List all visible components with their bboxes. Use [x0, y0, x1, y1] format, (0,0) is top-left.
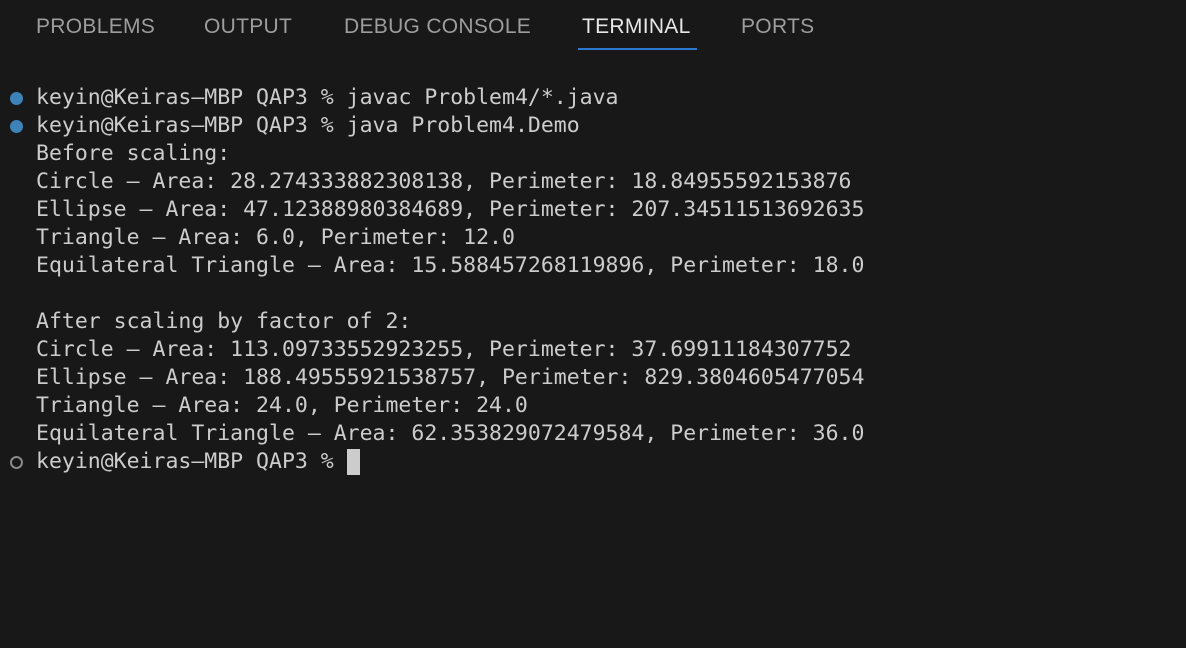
- output-line: Triangle — Area: 6.0, Perimeter: 12.0: [36, 225, 515, 250]
- terminal-panel: PROBLEMS OUTPUT DEBUG CONSOLE TERMINAL P…: [0, 0, 1186, 648]
- command-success-icon[interactable]: [10, 92, 23, 105]
- prompt: keyin@Keiras—MBP QAP3 %: [36, 449, 347, 474]
- command-success-icon[interactable]: [10, 120, 23, 133]
- command-line: keyin@Keiras—MBP QAP3 % java Problem4.De…: [36, 112, 580, 140]
- tab-debug-console[interactable]: DEBUG CONSOLE: [344, 15, 531, 39]
- tab-ports[interactable]: PORTS: [741, 15, 814, 39]
- command-text: javac Problem4/*.java: [346, 85, 619, 110]
- terminal-output[interactable]: keyin@Keiras—MBP QAP3 % javac Problem4/*…: [0, 84, 1186, 624]
- panel-tab-bar: PROBLEMS OUTPUT DEBUG CONSOLE TERMINAL P…: [0, 0, 1186, 56]
- command-text: java Problem4.Demo: [346, 113, 580, 138]
- output-line: Triangle — Area: 24.0, Perimeter: 24.0: [36, 393, 528, 418]
- output-line: Circle — Area: 28.274333882308138, Perim…: [36, 169, 852, 194]
- output-line: After scaling by factor of 2:: [36, 309, 412, 334]
- output-line: Circle — Area: 113.09733552923255, Perim…: [36, 337, 852, 362]
- output-line: Equilateral Triangle — Area: 62.35382907…: [36, 421, 865, 446]
- command-line: keyin@Keiras—MBP QAP3 % javac Problem4/*…: [36, 84, 619, 112]
- output-line: Before scaling:: [36, 141, 231, 166]
- pending-command-icon[interactable]: [10, 456, 23, 469]
- output-line: Ellipse — Area: 188.49555921538757, Peri…: [36, 365, 865, 390]
- prompt: keyin@Keiras—MBP QAP3 %: [36, 113, 347, 138]
- current-prompt-line[interactable]: keyin@Keiras—MBP QAP3 %: [36, 448, 360, 476]
- tab-terminal[interactable]: TERMINAL: [582, 15, 691, 39]
- prompt: keyin@Keiras—MBP QAP3 %: [36, 85, 347, 110]
- terminal-cursor: [346, 449, 360, 475]
- tab-problems[interactable]: PROBLEMS: [36, 15, 155, 39]
- active-tab-indicator: [578, 48, 697, 50]
- tab-output[interactable]: OUTPUT: [204, 15, 292, 39]
- output-line: Ellipse — Area: 47.12388980384689, Perim…: [36, 197, 865, 222]
- output-line: Equilateral Triangle — Area: 15.58845726…: [36, 253, 865, 278]
